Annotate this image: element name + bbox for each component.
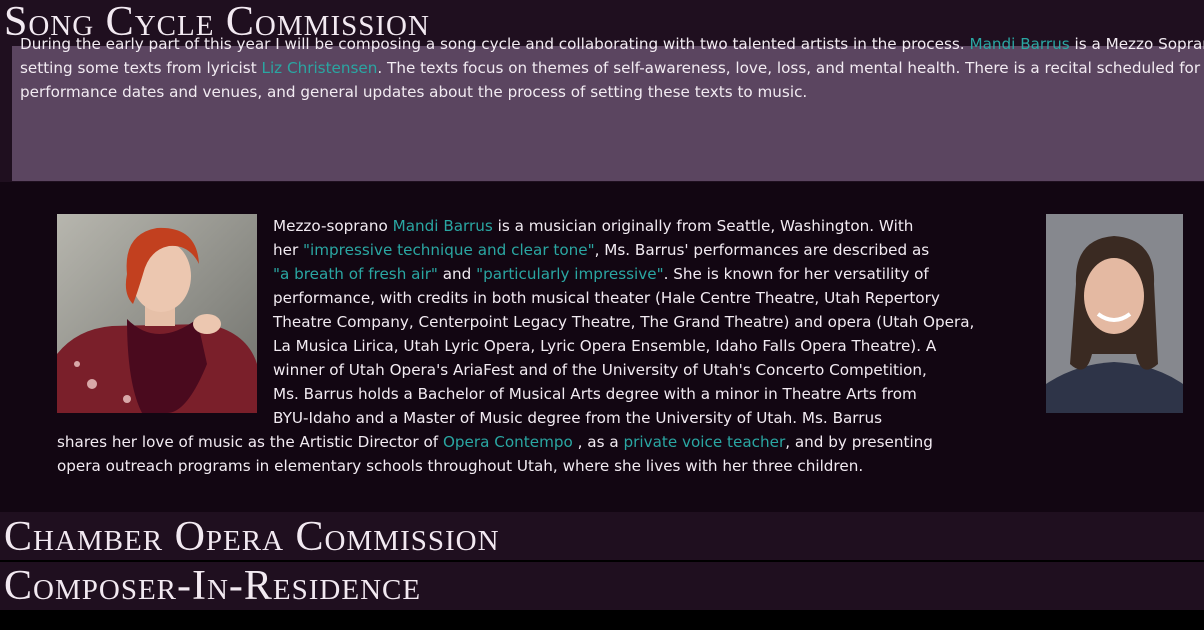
intro-line-2: setting some texts from lyricist Liz Chr… xyxy=(20,56,1204,80)
private-voice-teacher-link[interactable]: private voice teacher xyxy=(623,433,785,451)
intro-line-1: During the early part of this year I wil… xyxy=(20,32,1204,56)
bio-line-7: winner of Utah Opera's AriaFest and of t… xyxy=(273,361,927,379)
mandi-barrus-link[interactable]: Mandi Barrus xyxy=(969,35,1069,53)
portrait-illustration xyxy=(1046,214,1183,413)
bio-line-2: her "impressive technique and clear tone… xyxy=(273,238,929,262)
review-quote-link-3[interactable]: "particularly impressive" xyxy=(476,265,663,283)
opera-contempo-link[interactable]: Opera Contempo xyxy=(443,433,573,451)
bio-line-1: Mezzo-soprano Mandi Barrus is a musician… xyxy=(273,214,913,238)
portrait-illustration xyxy=(57,214,257,413)
bio-text-segment: , as a xyxy=(572,433,624,451)
bio-line-9: BYU-Idaho and a Master of Music degree f… xyxy=(273,409,883,427)
bio-line-6: La Musica Lirica, Utah Lyric Opera, Lyri… xyxy=(273,337,937,355)
review-quote-link-2[interactable]: "a breath of fresh air" xyxy=(273,265,438,283)
composer-in-residence-heading[interactable]: Composer-In-Residence xyxy=(0,562,1204,610)
intro-text-segment: . The texts focus on themes of self-awar… xyxy=(377,59,1204,77)
bio-line-10: shares her love of music as the Artistic… xyxy=(57,430,933,454)
bio-text-segment: is a musician originally from Seattle, W… xyxy=(492,217,914,235)
bio-line-3: "a breath of fresh air" and "particularl… xyxy=(273,262,929,286)
chamber-opera-heading[interactable]: Chamber Opera Commission xyxy=(0,512,1204,560)
bio-text-segment: shares her love of music as the Artistic… xyxy=(57,433,443,451)
bio-text-segment: Mezzo-soprano xyxy=(273,217,393,235)
bio-text-segment: and xyxy=(437,265,477,283)
intro-text: During the early part of this year I wil… xyxy=(20,32,1204,104)
intro-text-segment: During the early part of this year I wil… xyxy=(20,35,970,53)
intro-line-3: performance dates and venues, and genera… xyxy=(20,83,808,101)
bio-text-segment: her xyxy=(273,241,304,259)
liz-christensen-link[interactable]: Liz Christensen xyxy=(261,59,377,77)
intro-text-segment: is a Mezzo Soprano th xyxy=(1074,35,1204,53)
liz-christensen-photo xyxy=(1046,214,1183,413)
review-quote-link-1[interactable]: "impressive technique and clear tone" xyxy=(303,241,595,259)
bio-text-segment: . She is known for her versatility of xyxy=(663,265,929,283)
bio-line-8: Ms. Barrus holds a Bachelor of Musical A… xyxy=(273,385,917,403)
bio-mandi-barrus-link[interactable]: Mandi Barrus xyxy=(393,217,493,235)
intro-text-segment: setting some texts from lyricist xyxy=(20,59,262,77)
bio-text-segment: , Ms. Barrus' performances are described… xyxy=(594,241,930,259)
mandi-barrus-photo xyxy=(57,214,257,413)
bio-text-segment: , and by presenting xyxy=(785,433,933,451)
bio-line-5: Theatre Company, Centerpoint Legacy Thea… xyxy=(273,313,975,331)
bio-line-4: performance, with credits in both musica… xyxy=(273,289,940,307)
bio-line-11: opera outreach programs in elementary sc… xyxy=(57,457,864,475)
